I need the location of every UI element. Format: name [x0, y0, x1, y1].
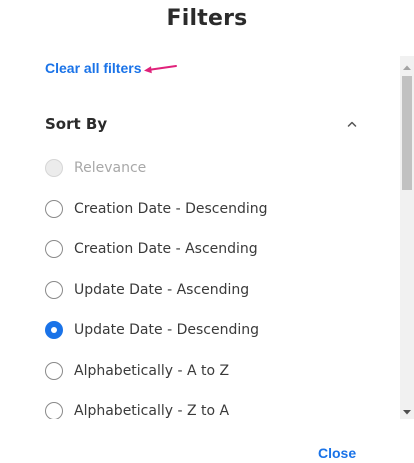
- sort-option-relevance: Relevance: [45, 148, 375, 189]
- sort-option-creation-date-asc[interactable]: Creation Date - Ascending: [45, 229, 375, 270]
- footer-divider: [0, 421, 414, 422]
- option-label: Creation Date - Ascending: [74, 241, 258, 258]
- sort-option-update-date-asc[interactable]: Update Date - Ascending: [45, 270, 375, 311]
- sort-option-alpha-a-z[interactable]: Alphabetically - A to Z: [45, 351, 375, 392]
- option-label: Creation Date - Descending: [74, 200, 268, 217]
- vertical-scrollbar[interactable]: [400, 56, 414, 419]
- radio-button: [45, 159, 63, 178]
- radio-button[interactable]: [45, 402, 63, 419]
- radio-button[interactable]: [45, 280, 63, 299]
- annotation-arrow-icon: [143, 65, 177, 74]
- option-label: Update Date - Descending: [74, 322, 259, 339]
- radio-button[interactable]: [45, 361, 63, 380]
- sort-options-list: Relevance Creation Date - Descending Cre…: [45, 148, 375, 419]
- option-label: Alphabetically - Z to A: [74, 403, 230, 419]
- option-label: Update Date - Ascending: [74, 281, 250, 298]
- scroll-down-arrow-icon[interactable]: [400, 405, 414, 419]
- radio-button-selected[interactable]: [45, 321, 63, 340]
- option-label: Alphabetically - A to Z: [74, 362, 230, 379]
- radio-button[interactable]: [45, 199, 63, 218]
- sort-by-title: Sort By: [45, 115, 108, 133]
- filters-dialog: Filters Clear all filters Sort By Releva…: [0, 0, 414, 463]
- dialog-title: Filters: [166, 6, 248, 31]
- close-button[interactable]: Close: [318, 445, 356, 461]
- filters-scroll-area: Clear all filters Sort By Relevance Crea…: [0, 56, 400, 419]
- option-label: Relevance: [74, 160, 147, 177]
- scrollbar-thumb[interactable]: [402, 76, 412, 190]
- clear-all-filters-link[interactable]: Clear all filters: [45, 60, 142, 76]
- scroll-up-arrow-icon[interactable]: [400, 60, 414, 74]
- chevron-up-icon[interactable]: [344, 116, 360, 132]
- sort-option-alpha-z-a[interactable]: Alphabetically - Z to A: [45, 391, 375, 419]
- radio-button[interactable]: [45, 240, 63, 259]
- sort-option-update-date-desc[interactable]: Update Date - Descending: [45, 310, 375, 351]
- sort-by-header[interactable]: Sort By: [45, 112, 360, 136]
- sort-option-creation-date-desc[interactable]: Creation Date - Descending: [45, 189, 375, 230]
- clear-filters-row: Clear all filters: [45, 60, 178, 76]
